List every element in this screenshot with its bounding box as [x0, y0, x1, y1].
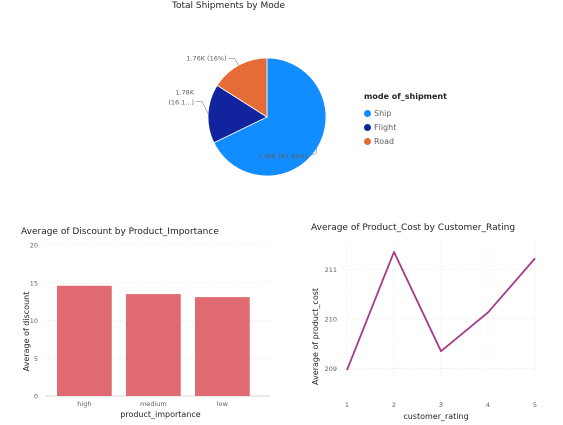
y-tick-label: 0 [34, 393, 38, 401]
x-axis-title: product_importance [120, 410, 201, 419]
x-tick-label: 5 [533, 401, 537, 409]
y-tick-label: 5 [34, 355, 38, 363]
legend-marker [364, 123, 371, 131]
legend-item-ship[interactable]: Ship [364, 106, 447, 120]
x-axis-title: customer_rating [403, 412, 468, 421]
bar-medium [126, 294, 181, 396]
legend-label: Flight [374, 122, 397, 132]
y-tick-label: 209 [325, 365, 337, 373]
leader-line-flight [196, 101, 209, 114]
legend-marker [364, 109, 371, 117]
legend-item-flight[interactable]: Flight [364, 120, 447, 134]
legend-item-road[interactable]: Road [364, 134, 447, 148]
legend-title: mode of_shipment [364, 92, 447, 101]
x-tick-label: high [77, 400, 91, 408]
bar-low [195, 297, 250, 396]
x-tick-label: medium [140, 400, 167, 408]
pie-chart: 7.46K (67.84%) 1.78K (16.1...) 1.76K (16%) [168, 54, 327, 177]
y-tick-label: 210 [325, 315, 337, 323]
y-tick-label: 15 [30, 279, 38, 287]
leader-line-road [228, 57, 239, 66]
data-label-road: 1.76K (16%) [186, 54, 226, 62]
y-axis-title: Average of product_cost [311, 288, 320, 385]
y-axis-title: Average of discount [22, 292, 31, 372]
x-tick-label: 1 [345, 401, 349, 409]
legend-label: Ship [374, 108, 392, 118]
y-tick-label: 211 [325, 266, 337, 274]
data-label-ship: 7.46K (67.84%) [257, 152, 308, 160]
x-tick-label: low [217, 400, 229, 408]
x-tick-label: 4 [486, 401, 490, 409]
pie-legend: mode of_shipment Ship Flight Road [364, 92, 447, 148]
x-tick-label: 3 [439, 401, 443, 409]
bar-chart: 05101520high medium lowproduct_importanceA… [22, 242, 270, 419]
y-tick-label: 20 [30, 242, 38, 250]
legend-label: Road [374, 136, 395, 146]
legend-marker [364, 137, 371, 145]
data-label-flight-line2: (16.1...) [168, 99, 194, 107]
bar-high [57, 285, 112, 396]
line-chart: 1 2 3 4 5 209 210 211 customer_rating Average of … [311, 242, 537, 421]
data-label-flight-line1: 1.78K [175, 89, 194, 97]
x-tick-label: 2 [392, 401, 396, 409]
